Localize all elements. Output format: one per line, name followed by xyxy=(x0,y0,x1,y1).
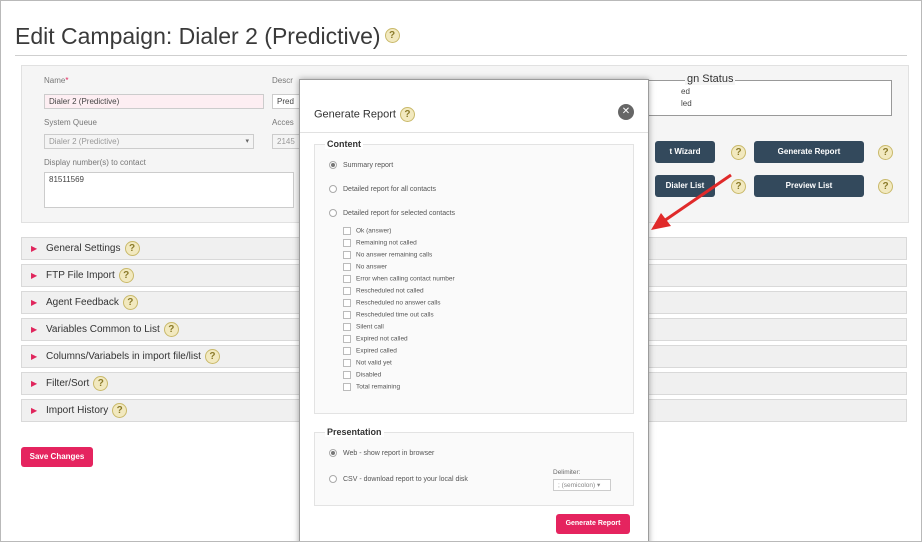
help-icon[interactable]: ? xyxy=(124,240,140,256)
radio-selected xyxy=(329,161,337,169)
delimiter-label: Delimiter: xyxy=(553,469,581,476)
help-icon[interactable]: ? xyxy=(93,375,109,391)
help-icon[interactable]: ? xyxy=(878,145,893,160)
expand-arrow-icon: ▶ xyxy=(31,325,38,334)
radio-selected xyxy=(329,449,337,457)
radio-csv[interactable]: CSV - download report to your local disk xyxy=(329,475,468,483)
expand-arrow-icon: ▶ xyxy=(31,298,38,307)
campaign-status-title: gn Status xyxy=(685,73,736,85)
filter-checkbox[interactable]: Error when calling contact number xyxy=(343,275,455,283)
filter-checkbox[interactable]: Expired not called xyxy=(343,335,408,343)
help-icon[interactable]: ? xyxy=(878,179,893,194)
help-icon[interactable]: ? xyxy=(122,294,138,310)
chevron-down-icon: ▾ xyxy=(245,138,249,145)
radio-web[interactable]: Web - show report in browser xyxy=(329,449,434,457)
help-icon[interactable]: ? xyxy=(112,402,128,418)
delimiter-select[interactable]: ; (semicolon) ▾ xyxy=(553,479,611,491)
radio-unselected xyxy=(329,209,337,217)
save-changes-button[interactable]: Save Changes xyxy=(21,447,93,467)
chevron-down-icon: ▾ xyxy=(597,482,601,489)
radio-unselected xyxy=(329,185,337,193)
content-legend: Content xyxy=(325,139,363,149)
dialog-title: Generate Report? xyxy=(314,107,415,122)
presentation-fieldset: Presentation Web - show report in browse… xyxy=(314,427,634,506)
filter-checkbox[interactable]: No answer remaining calls xyxy=(343,251,432,259)
help-icon[interactable]: ? xyxy=(731,145,746,160)
display-number-input[interactable]: 81511569 xyxy=(44,172,294,208)
filter-checkbox[interactable]: Not valid yet xyxy=(343,359,392,367)
generate-report-dialog: Generate Report? ✕ Content Summary repor… xyxy=(299,79,649,541)
help-icon[interactable]: ? xyxy=(399,107,415,122)
content-fieldset: Content Summary report Detailed report f… xyxy=(314,139,634,414)
filter-checkbox[interactable]: Rescheduled not called xyxy=(343,287,424,295)
expand-arrow-icon: ▶ xyxy=(31,352,38,361)
help-icon[interactable]: ? xyxy=(731,179,746,194)
app-window: Edit Campaign: Dialer 2 (Predictive)? Na… xyxy=(0,0,922,542)
status-line-1: ed xyxy=(681,87,690,96)
access-label: Acces xyxy=(272,118,294,127)
filter-checkbox[interactable]: Silent call xyxy=(343,323,384,331)
dialog-generate-report-button[interactable]: Generate Report xyxy=(556,514,630,534)
radio-detailed-all[interactable]: Detailed report for all contacts xyxy=(329,185,436,193)
filter-checkbox[interactable]: Rescheduled time out calls xyxy=(343,311,434,319)
filter-checkbox[interactable]: Rescheduled no answer calls xyxy=(343,299,441,307)
expand-arrow-icon: ▶ xyxy=(31,406,38,415)
presentation-legend: Presentation xyxy=(325,427,384,437)
radio-summary-report[interactable]: Summary report xyxy=(329,161,393,169)
name-label: Name* xyxy=(44,76,69,85)
system-queue-select[interactable]: Dialer 2 (Predictive) ▾ xyxy=(44,134,254,149)
page-title: Edit Campaign: Dialer 2 (Predictive)? xyxy=(15,23,400,50)
expand-arrow-icon: ▶ xyxy=(31,379,38,388)
filter-checkbox[interactable]: Disabled xyxy=(343,371,381,379)
filter-checkbox[interactable]: No answer xyxy=(343,263,387,271)
filter-checkbox[interactable]: Total remaining xyxy=(343,383,400,391)
campaign-status-box: ed led xyxy=(620,80,892,116)
description-label: Descr xyxy=(272,76,293,85)
display-number-label: Display number(s) to contact xyxy=(44,158,146,167)
title-divider xyxy=(15,55,907,56)
help-icon[interactable]: ? xyxy=(118,267,134,283)
generate-report-button[interactable]: Generate Report xyxy=(754,141,864,163)
status-line-2: led xyxy=(681,99,692,108)
help-icon[interactable]: ? xyxy=(163,321,179,337)
radio-unselected xyxy=(329,475,337,483)
preview-list-button[interactable]: Preview List xyxy=(754,175,864,197)
dialog-divider xyxy=(300,132,648,133)
expand-arrow-icon: ▶ xyxy=(31,271,38,280)
filter-checkbox[interactable]: Expired called xyxy=(343,347,397,355)
dialer-list-button[interactable]: Dialer List xyxy=(655,175,715,197)
radio-detailed-selected[interactable]: Detailed report for selected contacts xyxy=(329,209,455,217)
help-icon[interactable]: ? xyxy=(204,348,220,364)
name-input[interactable]: Dialer 2 (Predictive) xyxy=(44,94,264,109)
help-icon[interactable]: ? xyxy=(384,28,400,44)
close-icon[interactable]: ✕ xyxy=(618,104,634,120)
expand-arrow-icon: ▶ xyxy=(31,244,38,253)
system-queue-label: System Queue xyxy=(44,118,97,127)
wizard-button[interactable]: t Wizard xyxy=(655,141,715,163)
filter-checkbox[interactable]: Ok (answer) xyxy=(343,227,391,235)
filter-checkbox[interactable]: Remaining not called xyxy=(343,239,417,247)
